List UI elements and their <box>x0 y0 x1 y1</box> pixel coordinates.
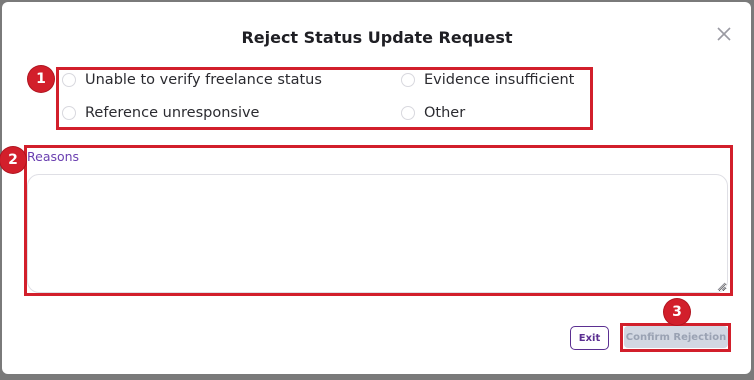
reasons-label: Reasons <box>27 149 80 164</box>
option-label: Other <box>424 105 466 121</box>
radio-icon[interactable] <box>401 106 415 120</box>
radio-icon[interactable] <box>62 73 76 87</box>
annotation-badge-3: 3 <box>664 299 690 325</box>
dialog-title: Reject Status Update Request <box>241 28 513 47</box>
annotation-badge-2: 2 <box>0 147 26 173</box>
option-unable-to-verify[interactable]: Unable to verify freelance status <box>62 72 322 88</box>
option-reference-unresponsive[interactable]: Reference unresponsive <box>62 105 259 121</box>
option-label: Reference unresponsive <box>85 105 260 121</box>
confirm-rejection-button[interactable]: Confirm Rejection <box>624 326 728 348</box>
option-label: Evidence insufficient <box>424 72 575 88</box>
radio-icon[interactable] <box>62 106 76 120</box>
option-label: Unable to verify freelance status <box>85 72 322 88</box>
radio-icon[interactable] <box>401 73 415 87</box>
reasons-textarea[interactable] <box>27 174 728 293</box>
exit-button[interactable]: Exit <box>570 326 609 350</box>
option-other[interactable]: Other <box>401 105 465 121</box>
annotation-badge-1: 1 <box>28 66 54 92</box>
resize-grip-icon[interactable] <box>716 281 726 291</box>
option-evidence-insufficient[interactable]: Evidence insufficient <box>401 72 574 88</box>
close-icon[interactable] <box>714 24 734 44</box>
